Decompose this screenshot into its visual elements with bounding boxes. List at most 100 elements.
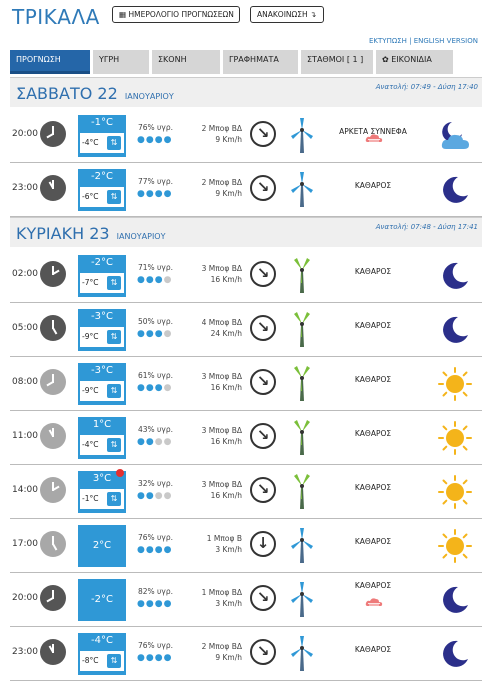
temp-box: 2°C bbox=[78, 525, 126, 567]
announcement-button[interactable]: ΑΝΑΚΟΙΝΩΣΗ ↴ bbox=[250, 6, 324, 23]
humidity-value: 43% υγρ. bbox=[138, 425, 173, 434]
calendar-button[interactable]: ▦ ΗΜΕΡΟΛΟΓΙΟ ΠΡΟΓΝΩΣΕΩΝ bbox=[112, 6, 240, 23]
alert-dot-icon bbox=[116, 469, 124, 477]
clock-icon bbox=[40, 369, 66, 395]
temp-box: -4°C -8°C ⇅ bbox=[78, 633, 126, 675]
wind-direction-icon: ↘ bbox=[250, 175, 276, 201]
temp-min: -9°C bbox=[82, 332, 99, 341]
day-month: ΙΑΝΟΥΑΡΙΟΥ bbox=[116, 232, 166, 241]
temp-max: -3°C bbox=[91, 311, 113, 322]
tab-humidity[interactable]: ΥΓΡΗ bbox=[93, 50, 149, 74]
condition-text: ΚΑΘΑΡΟΣ bbox=[354, 429, 392, 438]
forecast-time: 11:00 bbox=[12, 431, 38, 441]
forecast-time: 23:00 bbox=[12, 183, 38, 193]
wind-turbine-icon bbox=[290, 419, 314, 455]
tab-stations[interactable]: ΣΤΑΘΜΟΙ [ 1 ] bbox=[301, 50, 373, 74]
tab-icons[interactable]: ✿ ΕΙΚΟΝΙΔΙΑ bbox=[376, 50, 453, 74]
forecast-time: 08:00 bbox=[12, 377, 38, 387]
wind-direction-icon: ↘ bbox=[250, 121, 276, 147]
wind-direction-icon: ↘ bbox=[250, 261, 276, 287]
sun-icon bbox=[438, 367, 472, 401]
humidity-drops-icon: ●●●● bbox=[137, 437, 173, 447]
wind-info: 3 Μποφ ΒΔ 16 Km/h bbox=[190, 479, 242, 501]
temp-max: -2°C bbox=[91, 171, 113, 182]
wind-turbine-icon bbox=[290, 473, 314, 509]
temp-min: -7°C bbox=[82, 278, 99, 287]
tab-dust[interactable]: ΣΚΟΝΗ bbox=[152, 50, 220, 74]
wind-direction-icon: ↘ bbox=[250, 639, 276, 665]
wind-speed: 3 Km/h bbox=[215, 599, 242, 608]
wind-turbine-icon bbox=[290, 365, 314, 401]
day-month: ΙΑΝΟΥΑΡΙΟΥ bbox=[124, 92, 174, 101]
wind-beaufort: 3 Μποφ ΒΔ bbox=[201, 372, 242, 381]
temp-box: -3°C -9°C ⇅ bbox=[78, 363, 126, 405]
temp-box: 3°C -1°C ⇅ bbox=[78, 471, 126, 513]
humidity-drops-icon: ●●●● bbox=[137, 653, 173, 663]
forecast-time: 14:00 bbox=[12, 485, 38, 495]
wind-direction-icon: ↘ bbox=[250, 477, 276, 503]
wind-turbine-icon bbox=[290, 171, 314, 207]
sun-icon bbox=[438, 475, 472, 509]
clock-icon bbox=[40, 477, 66, 503]
temp-max: -4°C bbox=[91, 635, 113, 646]
temp-min: -4°C bbox=[82, 440, 99, 449]
wind-beaufort: 3 Μποφ ΒΔ bbox=[201, 480, 242, 489]
humidity-value: 76% υγρ. bbox=[138, 533, 173, 542]
humidity-drops-icon: ●●●● bbox=[137, 135, 173, 145]
forecast-time: 20:00 bbox=[12, 593, 38, 603]
condition-text: ΚΑΘΑΡΟΣ bbox=[354, 267, 392, 276]
temp-min: -4°C bbox=[82, 138, 99, 147]
wind-beaufort: 2 Μποφ ΒΔ bbox=[201, 178, 242, 187]
print-link[interactable]: ΕΚΤΥΠΩΣΗ bbox=[369, 37, 407, 45]
english-link[interactable]: ENGLISH VERSION bbox=[414, 37, 478, 45]
humidity-drops-icon: ●●●● bbox=[137, 275, 173, 285]
clock-icon bbox=[40, 531, 66, 557]
condition-text: ΚΑΘΑΡΟΣ bbox=[354, 321, 392, 330]
thermometer-icon: ⇅ bbox=[107, 384, 121, 398]
condition-text: ΚΑΘΑΡΟΣ bbox=[354, 181, 392, 190]
wind-beaufort: 4 Μποφ ΒΔ bbox=[201, 318, 242, 327]
condition-text: ΚΑΘΑΡΟΣ bbox=[354, 581, 392, 590]
humidity-value: 61% υγρ. bbox=[138, 371, 173, 380]
moon-icon bbox=[438, 637, 472, 671]
sunrise-sunset: Ανατολή: 07:49 - Δύση 17:40 bbox=[375, 83, 478, 91]
wind-info: 2 Μποφ ΒΔ 9 Km/h bbox=[190, 177, 242, 199]
thermometer-icon: ⇅ bbox=[107, 276, 121, 290]
tab-charts[interactable]: ΓΡΑΦΗΜΑΤΑ bbox=[223, 50, 298, 74]
condition-text: ΚΑΘΑΡΟΣ bbox=[354, 645, 392, 654]
wind-beaufort: 2 Μποφ ΒΔ bbox=[201, 642, 242, 651]
wind-info: 1 Μποφ Β 3 Km/h bbox=[190, 533, 242, 555]
day-header: ΣΑΒΒΑΤΟ 22 ΙΑΝΟΥΑΡΙΟΥ Ανατολή: 07:49 - Δύ… bbox=[10, 77, 482, 107]
moon-icon bbox=[438, 313, 472, 347]
temp-max: -2°C bbox=[91, 257, 113, 268]
wind-info: 3 Μποφ ΒΔ 16 Km/h bbox=[190, 425, 242, 447]
wind-speed: 16 Km/h bbox=[210, 491, 242, 500]
temp-max: -2°C bbox=[91, 594, 113, 605]
humidity-drops-icon: ●●●● bbox=[137, 599, 173, 609]
clock-icon bbox=[40, 175, 66, 201]
temp-box: -2°C -6°C ⇅ bbox=[78, 169, 126, 211]
wind-speed: 9 Km/h bbox=[215, 135, 242, 144]
wind-beaufort: 1 Μποφ Β bbox=[206, 534, 242, 543]
temp-box: 1°C -4°C ⇅ bbox=[78, 417, 126, 459]
cloud-cover-icon bbox=[365, 597, 383, 607]
humidity-value: 50% υγρ. bbox=[138, 317, 173, 326]
wind-turbine-icon bbox=[290, 257, 314, 293]
day-header: ΚΥΡΙΑΚΗ 23 ΙΑΝΟΥΑΡΙΟΥ Ανατολή: 07:48 - Δύ… bbox=[10, 217, 482, 247]
wind-speed: 9 Km/h bbox=[215, 189, 242, 198]
forecast-row: 17:00 2°C 76% υγρ. ●●●● 1 Μποφ Β 3 Km/h ↓ ΚΑΘΑΡ… bbox=[10, 519, 482, 573]
thermometer-icon: ⇅ bbox=[107, 438, 121, 452]
temp-min: -9°C bbox=[82, 386, 99, 395]
wind-direction-icon: ↘ bbox=[250, 369, 276, 395]
top-links: ΕΚΤΥΠΩΣΗ | ENGLISH VERSION bbox=[369, 37, 478, 45]
tabs: ΠΡΟΓΝΩΣΗ ΥΓΡΗ ΣΚΟΝΗ ΓΡΑΦΗΜΑΤΑ ΣΤΑΘΜΟΙ [ … bbox=[10, 50, 482, 74]
thermometer-icon: ⇅ bbox=[107, 330, 121, 344]
humidity-value: 76% υγρ. bbox=[138, 123, 173, 132]
clock-icon bbox=[40, 315, 66, 341]
sun-icon bbox=[438, 529, 472, 563]
tab-forecast[interactable]: ΠΡΟΓΝΩΣΗ bbox=[10, 50, 90, 74]
wind-info: 1 Μποφ ΒΔ 3 Km/h bbox=[190, 587, 242, 609]
temp-min: -6°C bbox=[82, 192, 99, 201]
wind-turbine-icon bbox=[290, 581, 314, 617]
wind-direction-icon: ↘ bbox=[250, 585, 276, 611]
